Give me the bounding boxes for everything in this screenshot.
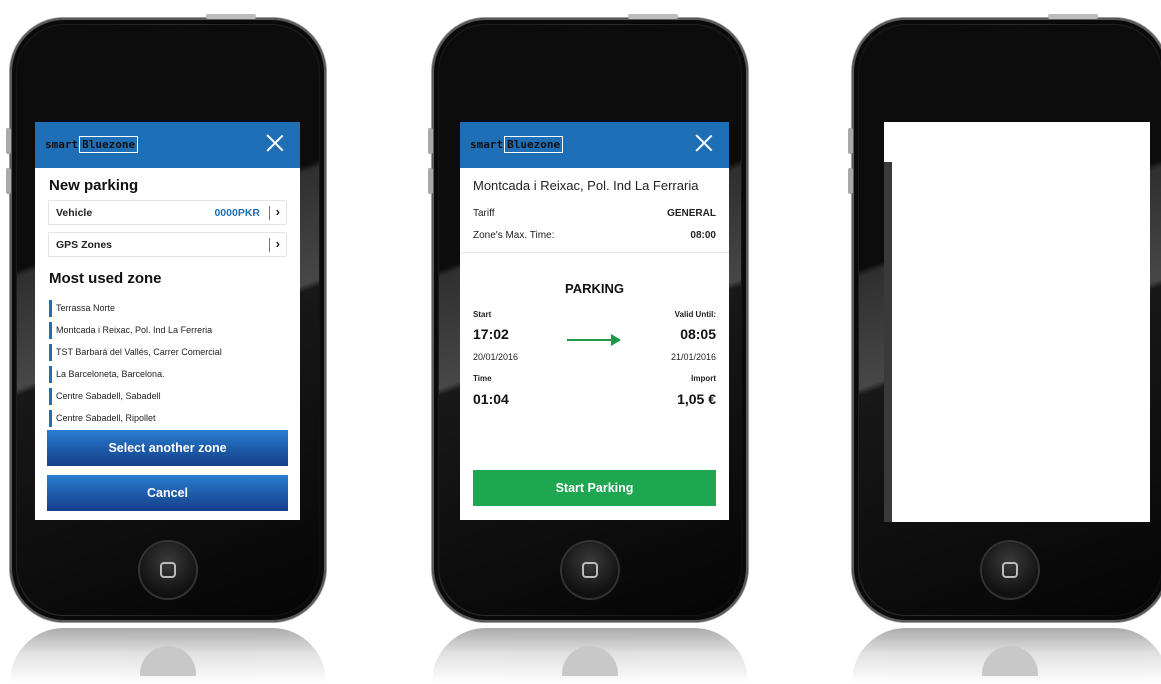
smart-bluezone-logo: smart Bluezone [45,136,139,153]
tariff-row: Tariff GENERAL [473,202,716,224]
row-separator [269,206,270,220]
volume-button [428,168,433,194]
time-label: Time [473,374,492,383]
home-square-icon [582,562,598,578]
volume-button [428,128,433,154]
tariff-value: GENERAL [667,207,716,219]
page-title: New parking [49,177,139,194]
tariff-label: Tariff [473,207,495,219]
logo-prefix: smart [45,138,79,151]
power-button [206,14,256,19]
logo-brand: Bluezone [79,136,139,153]
valid-until-date: 21/01/2016 [670,352,716,362]
logo-brand: Bluezone [504,136,564,153]
power-button [628,14,678,19]
close-icon[interactable] [264,132,286,154]
start-date: 20/01/2016 [473,352,519,362]
most-used-zone-title: Most used zone [49,270,162,287]
max-time-label: Zone's Max. Time: [473,229,555,241]
volume-button [6,168,11,194]
gps-zones-row[interactable]: GPS Zones › [48,232,287,257]
select-another-zone-button[interactable]: Select another zone [47,430,288,466]
home-button-reflection [562,646,618,676]
home-button-reflection [140,646,196,676]
parking-heading: PARKING [565,281,624,296]
time-value: 01:04 [473,391,509,407]
home-button[interactable] [982,542,1038,598]
start-label: Start [473,310,492,319]
home-square-icon [1002,562,1018,578]
phone-reflection [432,628,748,684]
row-separator [269,238,270,252]
app-header: smart Bluezone [460,122,729,168]
phone-reflection [10,628,326,684]
zone-item[interactable]: Centre Sabadell, Sabadell [49,385,286,407]
import-value: 1,05 € [677,391,716,407]
volume-button [848,128,853,154]
volume-button [6,128,11,154]
vehicle-row[interactable]: Vehicle 0000PKR › [48,200,287,225]
valid-until-time: 08:05 [680,326,716,342]
zone-item[interactable]: Terrassa Norte [49,297,286,319]
home-square-icon [160,562,176,578]
zone-item[interactable]: TST Barbará del Vallés, Carrer Comercial [49,341,286,363]
app-header: smart Bluezone [35,122,300,168]
start-parking-button[interactable]: Start Parking [473,470,716,506]
chevron-right-icon: › [275,236,280,251]
arrow-right-icon [567,334,621,346]
parking-details: Start Valid Until: 17:02 08:05 20/01/201… [473,310,716,420]
logo-prefix: smart [470,138,504,151]
import-label: Import [691,374,716,383]
max-time-row: Zone's Max. Time: 08:00 [473,224,716,246]
valid-until-label: Valid Until: [674,310,716,319]
zone-item[interactable]: Centre Sabadell, Ripollet [49,407,286,429]
home-button-reflection [982,646,1038,676]
blank-screen [884,122,1150,522]
phone-reflection [852,628,1161,684]
vehicle-plate: 0000PKR [214,206,260,219]
parking-summary-screen: smart Bluezone Montcada i Reixac, Pol. I… [460,122,729,520]
volume-button [848,168,853,194]
zone-item[interactable]: La Barceloneta, Barcelona. [49,363,286,385]
zone-location: Montcada i Reixac, Pol. Ind La Ferraria [473,178,699,193]
home-button[interactable] [140,542,196,598]
close-icon[interactable] [693,132,715,154]
zone-item[interactable]: Montcada i Reixac, Pol. Ind La Ferreria [49,319,286,341]
cancel-button[interactable]: Cancel [47,475,288,511]
section-divider [460,252,729,253]
smart-bluezone-logo: smart Bluezone [470,136,564,153]
phone-frame-3 [848,14,1161,622]
gps-zones-label: GPS Zones [56,238,113,251]
home-button[interactable] [562,542,618,598]
vehicle-label: Vehicle [56,206,93,219]
start-time: 17:02 [473,326,509,342]
max-time-value: 08:00 [690,229,716,241]
new-parking-screen: smart Bluezone New parking Vehicle 0000P… [35,122,300,520]
screen-edge-shadow [884,162,892,522]
phone-frame-2: smart Bluezone Montcada i Reixac, Pol. I… [428,14,748,622]
phone-frame-1: smart Bluezone New parking Vehicle 0000P… [6,14,326,622]
chevron-right-icon: › [275,204,280,219]
power-button [1048,14,1098,19]
